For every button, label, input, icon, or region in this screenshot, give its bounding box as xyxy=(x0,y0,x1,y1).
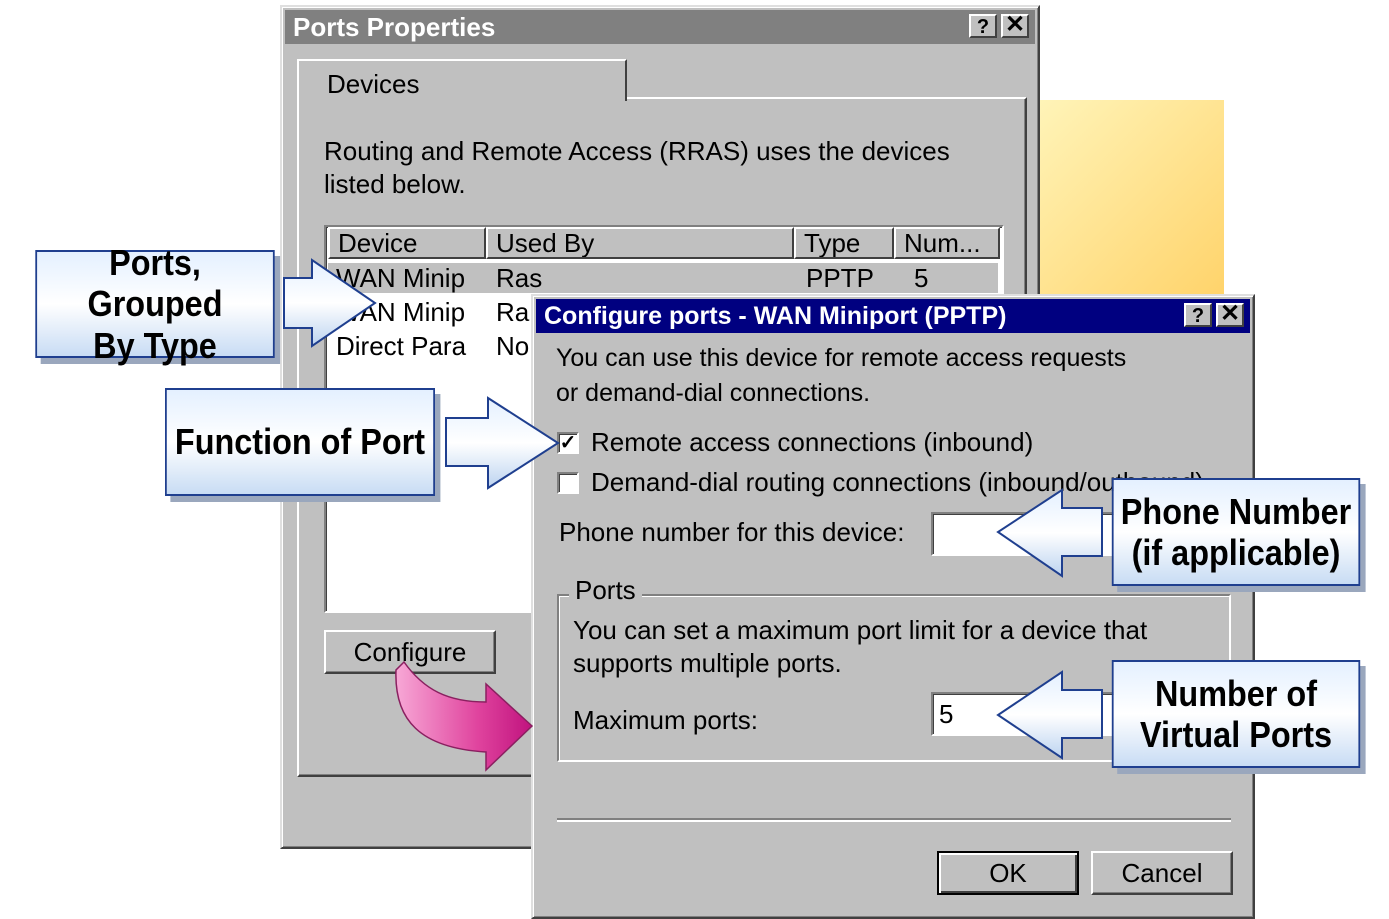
row-used-by: Ra xyxy=(496,297,530,327)
column-device[interactable]: Device xyxy=(328,227,486,259)
close-button[interactable]: ✕ xyxy=(1001,13,1029,38)
phone-number-callout-line-2: (if applicable) xyxy=(1131,532,1341,573)
column-type[interactable]: Type xyxy=(794,227,894,259)
help-button[interactable]: ? xyxy=(1184,303,1212,327)
function-of-port-callout-text: Function of Port xyxy=(174,421,426,463)
tab-devices-label: Devices xyxy=(327,69,420,99)
intro-line-2: or demand-dial connections. xyxy=(556,379,871,407)
virtual-ports-callout: Number of Virtual Ports xyxy=(1111,660,1361,768)
ports-grouped-callout-line-1: Ports, Grouped xyxy=(87,241,223,325)
configure-button[interactable]: Configure xyxy=(324,630,496,674)
function-of-port-callout: Function of Port xyxy=(165,388,435,496)
configure-ports-window: Configure ports - WAN Miniport (PPTP) ? … xyxy=(531,294,1255,919)
column-num[interactable]: Num... xyxy=(894,227,1000,259)
row-device: WAN Minip xyxy=(336,263,466,293)
ports-grouped-callout-line-2: By Type xyxy=(93,324,217,366)
ok-button[interactable]: OK xyxy=(937,851,1079,895)
ports-grouped-callout: Ports, Grouped By Type xyxy=(35,242,275,366)
ports-description-line-2: supports multiple ports. xyxy=(573,648,842,678)
row-num: 5 xyxy=(914,263,929,293)
intro-line-1: You can use this device for remote acces… xyxy=(556,344,1127,372)
virtual-ports-callout-line-1: Number of xyxy=(1155,672,1317,714)
row-type: PPTP xyxy=(806,263,874,293)
configure-ports-titlebar[interactable]: Configure ports - WAN Miniport (PPTP) ? … xyxy=(536,299,1250,333)
tab-devices[interactable]: Devices xyxy=(297,59,627,101)
ports-description-line-1: You can set a maximum port limit for a d… xyxy=(573,615,1148,645)
row-used-by: No xyxy=(496,331,530,361)
phone-number-callout: Phone Number (if applicable) xyxy=(1111,478,1361,586)
close-button[interactable]: ✕ xyxy=(1216,302,1244,327)
decorative-note-shape xyxy=(1040,100,1224,300)
phone-number-label: Phone number for this device: xyxy=(559,517,905,547)
row-used-by: Ras xyxy=(496,263,543,293)
cancel-button[interactable]: Cancel xyxy=(1091,851,1233,895)
remote-access-checkbox[interactable]: ✓ xyxy=(557,432,579,454)
demand-dial-checkbox[interactable] xyxy=(557,472,579,494)
ports-group-label: Ports xyxy=(569,575,642,606)
maximum-ports-label: Maximum ports: xyxy=(573,705,758,735)
table-row[interactable]: WAN Minip Ras PPTP 5 xyxy=(328,263,998,293)
ports-properties-titlebar[interactable]: Ports Properties ? ✕ xyxy=(285,10,1035,44)
row-device: WAN Minip xyxy=(336,297,466,327)
configure-ports-title: Configure ports - WAN Miniport (PPTP) xyxy=(544,301,1007,330)
row-device: Direct Para xyxy=(336,331,467,361)
ports-properties-title: Ports Properties xyxy=(293,11,496,42)
dialog-separator xyxy=(557,818,1231,822)
virtual-ports-callout-line-2: Virtual Ports xyxy=(1139,714,1333,755)
column-used-by[interactable]: Used By xyxy=(486,227,794,259)
phone-number-callout-line-1: Phone Number xyxy=(1120,490,1352,532)
devices-description: Routing and Remote Access (RRAS) uses th… xyxy=(324,136,950,199)
remote-access-label[interactable]: Remote access connections (inbound) xyxy=(591,427,1033,458)
help-button[interactable]: ? xyxy=(969,14,997,38)
